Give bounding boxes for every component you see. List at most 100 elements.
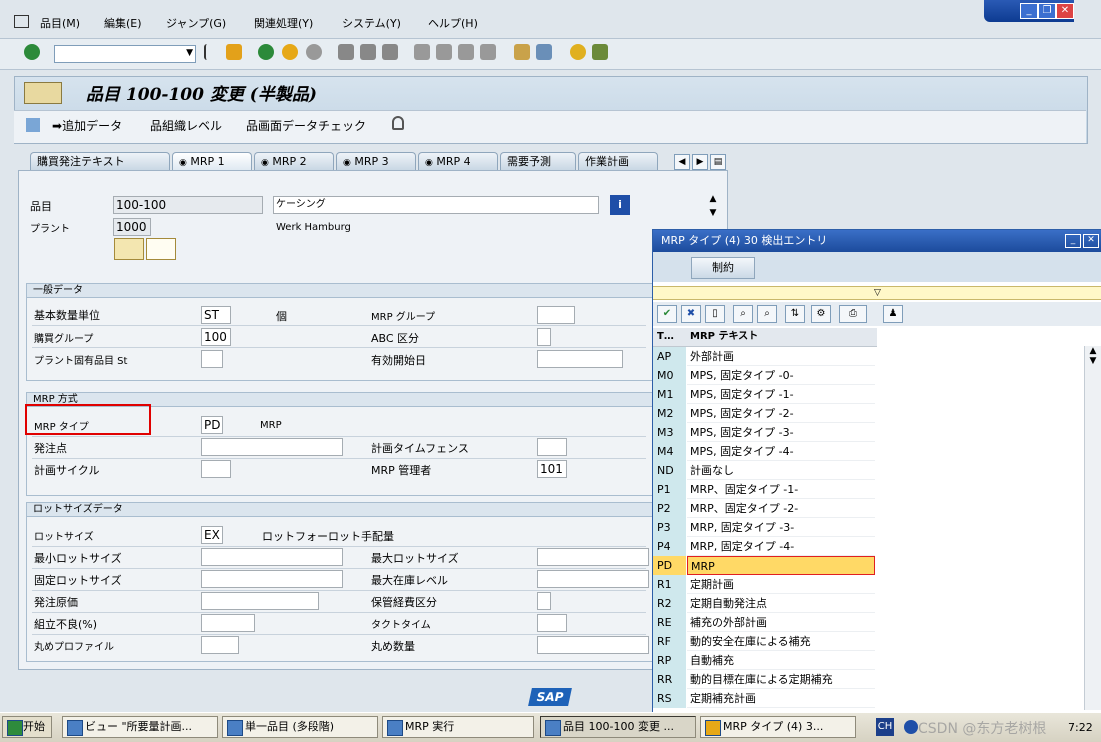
list-item[interactable]: P1 MRP、固定タイプ -1- xyxy=(653,480,877,499)
column-text-header[interactable]: MRP テキスト xyxy=(690,328,758,346)
help-icon[interactable] xyxy=(570,44,586,60)
list-item[interactable]: P2 MRP、固定タイプ -2- xyxy=(653,499,877,518)
tab-work-scheduling[interactable]: 作業計画 xyxy=(578,152,658,170)
cancel-x-icon[interactable]: ✖ xyxy=(681,305,701,323)
list-item[interactable]: M2 MPS, 固定タイプ -2- xyxy=(653,404,877,423)
menu-window-icon[interactable] xyxy=(14,15,29,28)
scroll-down-icon[interactable]: ▼ xyxy=(1085,356,1101,366)
cancel-icon[interactable] xyxy=(306,44,322,60)
tab-mrp4[interactable]: ◉ MRP 4 xyxy=(418,152,498,170)
save-icon[interactable] xyxy=(226,44,242,60)
list-item[interactable]: ND 計画なし xyxy=(653,461,877,480)
shortcut-icon[interactable] xyxy=(536,44,552,60)
tab-scroll-left-icon[interactable]: ◀ xyxy=(674,154,690,170)
sort-icon[interactable]: ⇅ xyxy=(785,305,805,323)
org-levels-icon[interactable] xyxy=(114,238,144,260)
plant-material-status-field[interactable] xyxy=(201,350,223,368)
restrictions-toggle-bar[interactable]: ▽ xyxy=(653,286,1101,300)
abc-indicator-field[interactable] xyxy=(537,328,551,346)
panel-scroll-arrows-icon[interactable]: ▲ ▼ xyxy=(706,192,720,222)
find-icon[interactable] xyxy=(360,44,376,60)
task-mrp-run[interactable]: MRP 実行 xyxy=(382,716,534,738)
max-lot-size-field[interactable] xyxy=(537,548,649,566)
takt-time-field[interactable] xyxy=(537,614,567,632)
mrp-group-field[interactable] xyxy=(537,306,575,324)
print-icon[interactable] xyxy=(338,44,354,60)
reorder-point-field[interactable] xyxy=(201,438,343,456)
rounding-value-field[interactable] xyxy=(537,636,649,654)
base-uom-field[interactable]: ST xyxy=(201,306,231,324)
list-item[interactable]: RR 動的目標在庫による定期補充 xyxy=(653,670,877,689)
org-levels-button[interactable]: 品組織レベル xyxy=(150,117,222,134)
tab-mrp1[interactable]: ◉ MRP 1 xyxy=(172,152,252,170)
exit-icon[interactable] xyxy=(282,44,298,60)
tab-mrp3[interactable]: ◉ MRP 3 xyxy=(336,152,416,170)
additional-data-button[interactable]: ➡追加データ xyxy=(52,117,122,134)
list-item[interactable]: RE 補充の外部計画 xyxy=(653,613,877,632)
personal-list-icon[interactable]: ♟ xyxy=(883,305,903,323)
popup-close-icon[interactable]: ✕ xyxy=(1083,234,1099,248)
list-item[interactable]: AP 外部計画 xyxy=(653,347,877,366)
popup-scrollbar[interactable]: ▲ ▼ xyxy=(1084,346,1101,710)
list-item[interactable]: M3 MPS, 固定タイプ -3- xyxy=(653,423,877,442)
task-mrp-type-popup[interactable]: MRP タイプ (4) 3... xyxy=(700,716,856,738)
list-item[interactable]: P3 MRP, 固定タイプ -3- xyxy=(653,518,877,537)
enter-icon[interactable] xyxy=(24,44,40,60)
list-item[interactable]: RS 定期補充計画 xyxy=(653,689,877,708)
find-icon[interactable]: ⌕ xyxy=(733,305,753,323)
long-text-icon[interactable] xyxy=(146,238,176,260)
start-button[interactable]: 开始 xyxy=(2,716,52,738)
tab-scroll-right-icon[interactable]: ▶ xyxy=(692,154,708,170)
back-icon[interactable] xyxy=(258,44,274,60)
previous-page-icon[interactable] xyxy=(436,44,452,60)
menu-goto[interactable]: ジャンプ(G) xyxy=(166,15,226,31)
fixed-lot-size-field[interactable] xyxy=(201,570,343,588)
ordering-costs-field[interactable] xyxy=(201,592,319,610)
back-arrow-icon[interactable] xyxy=(204,44,214,60)
list-item[interactable]: P4 MRP, 固定タイプ -4- xyxy=(653,537,877,556)
tab-restrictions[interactable]: 制約 xyxy=(691,257,755,279)
first-page-icon[interactable] xyxy=(414,44,430,60)
list-item[interactable]: RF 動的安全在庫による補充 xyxy=(653,632,877,651)
help-tray-icon[interactable] xyxy=(904,720,918,734)
task-single-item[interactable]: 単一品目 (多段階) xyxy=(222,716,378,738)
list-item[interactable]: RP 自動補充 xyxy=(653,651,877,670)
find-next-icon[interactable] xyxy=(382,44,398,60)
assembly-scrap-field[interactable] xyxy=(201,614,255,632)
menu-environment[interactable]: 関連処理(Y) xyxy=(254,15,313,31)
check-screen-data-button[interactable]: 品画面データチェック xyxy=(246,117,366,134)
next-page-icon[interactable] xyxy=(458,44,474,60)
list-item[interactable]: R2 定期自動発注点 xyxy=(653,594,877,613)
scroll-up-icon[interactable]: ▲ xyxy=(1085,346,1101,356)
purchasing-group-field[interactable]: 100 xyxy=(201,328,231,346)
find-next-icon[interactable]: ⌕ xyxy=(757,305,777,323)
layout-menu-icon[interactable] xyxy=(592,44,608,60)
material-description-field[interactable]: ケーシング xyxy=(273,196,599,214)
list-item[interactable]: PD MRP xyxy=(653,556,877,575)
mrp-controller-field[interactable]: 101 xyxy=(537,460,567,478)
checkmark-icon[interactable]: ✔ xyxy=(657,305,677,323)
new-session-icon[interactable] xyxy=(514,44,530,60)
column-code-header[interactable]: T… xyxy=(657,328,674,346)
menu-system[interactable]: システム(Y) xyxy=(342,15,401,31)
list-item[interactable]: M4 MPS, 固定タイプ -4- xyxy=(653,442,877,461)
menu-help[interactable]: ヘルプ(H) xyxy=(428,15,478,31)
list-item[interactable]: M0 MPS, 固定タイプ -0- xyxy=(653,366,877,385)
tab-forecasting[interactable]: 需要予測 xyxy=(500,152,576,170)
tab-purchase-order-text[interactable]: 購買発注テキスト xyxy=(30,152,170,170)
task-view-mrp[interactable]: ビュー "所要量計画... xyxy=(62,716,218,738)
lot-size-field[interactable]: EX xyxy=(201,526,223,544)
popup-minimize-icon[interactable]: _ xyxy=(1065,234,1081,248)
storage-costs-field[interactable] xyxy=(537,592,551,610)
language-indicator[interactable]: CH xyxy=(876,718,894,736)
planning-time-fence-field[interactable] xyxy=(537,438,567,456)
rounding-profile-field[interactable] xyxy=(201,636,239,654)
add-data-icon[interactable] xyxy=(26,118,40,132)
menu-edit[interactable]: 編集(E) xyxy=(104,15,142,31)
tab-mrp2[interactable]: ◉ MRP 2 xyxy=(254,152,334,170)
list-item[interactable]: M1 MPS, 固定タイプ -1- xyxy=(653,385,877,404)
info-icon[interactable]: i xyxy=(610,195,630,215)
last-page-icon[interactable] xyxy=(480,44,496,60)
settings-icon[interactable]: ⚙ xyxy=(811,305,831,323)
task-material-change[interactable]: 品目 100-100 変更 ... xyxy=(540,716,696,738)
